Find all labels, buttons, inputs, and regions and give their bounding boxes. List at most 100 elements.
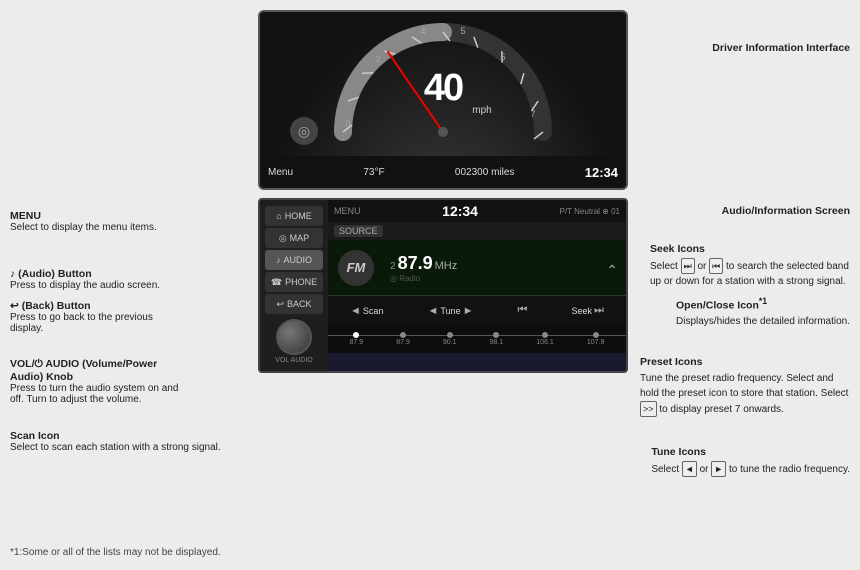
menu-title: MENU bbox=[10, 210, 157, 222]
freq-display-group: 2 87.9 MHz ◎ Radio bbox=[390, 253, 457, 283]
nav-map-label: MAP bbox=[290, 233, 310, 243]
scan-control[interactable]: ◄ Scan bbox=[346, 305, 387, 317]
open-close-title: Open/Close Icon*1 bbox=[676, 295, 850, 314]
preset-6-label: 107.9 bbox=[587, 339, 605, 346]
phone-icon: ☎ bbox=[271, 277, 282, 288]
hu-status-text: P/T Neutral ⊕ 01 bbox=[560, 207, 620, 216]
page: 0 2 4 5 6 7 40 mph ◎ Menu 73°F 002300 mi… bbox=[0, 0, 860, 570]
hu-controls-bar: ◄ Scan ◄ Tune ► ⏮ Seek ⏭ bbox=[328, 295, 626, 325]
seek-icons-title: Seek Icons bbox=[650, 242, 850, 258]
seek-icons-desc: Select ⏭ or ⏮ to search the selected ban… bbox=[650, 258, 850, 289]
cluster-odometer: 002300 miles bbox=[455, 167, 515, 178]
tune-icons-annotation: Tune Icons Select ◄ or ► to tune the rad… bbox=[651, 445, 850, 477]
svg-text:0: 0 bbox=[345, 119, 350, 129]
map-icon: ◎ bbox=[279, 233, 287, 244]
preset-icons-annotation: Preset Icons Tune the preset radio frequ… bbox=[640, 355, 850, 417]
prev-track-icon: ⏮ bbox=[518, 304, 528, 317]
seek-label: Seek bbox=[572, 306, 593, 316]
nav-map-button[interactable]: ◎ MAP bbox=[265, 228, 323, 248]
vol-knob-annotation: VOL/⏻ AUDIO (Volume/PowerAudio) Knob Pre… bbox=[10, 358, 178, 405]
tune-right-icon-ann: ► bbox=[711, 461, 726, 477]
seek-icons-annotation: Seek Icons Select ⏭ or ⏮ to search the s… bbox=[650, 242, 850, 289]
svg-text:4: 4 bbox=[420, 26, 425, 36]
seek-back-icon: ⏮ bbox=[709, 258, 723, 274]
svg-text:5: 5 bbox=[460, 26, 465, 36]
open-close-icon[interactable]: ⌃ bbox=[606, 262, 618, 279]
preset-1-label: 87.9 bbox=[350, 339, 364, 346]
nav-home-label: HOME bbox=[285, 211, 312, 221]
hu-clock-display: 12:34 bbox=[442, 203, 478, 219]
hu-source-bar: SOURCE bbox=[328, 222, 626, 240]
svg-text:7: 7 bbox=[530, 109, 535, 119]
preset-forward-icon: >> bbox=[640, 401, 657, 417]
cluster-temp: 73°F bbox=[363, 167, 384, 178]
hu-preset-bar: 87.9 87.9 90.1 98.1 bbox=[328, 325, 626, 353]
open-close-desc: Displays/hides the detailed information. bbox=[676, 314, 850, 329]
preset-1[interactable]: 87.9 bbox=[350, 332, 364, 346]
tune-control[interactable]: ◄ Tune ► bbox=[424, 305, 478, 317]
nav-audio-button[interactable]: ♪ AUDIO bbox=[265, 250, 323, 270]
preset-5-label: 106.1 bbox=[536, 339, 554, 346]
tune-right-icon: ► bbox=[463, 305, 474, 317]
preset-6[interactable]: 107.9 bbox=[587, 332, 605, 346]
cluster-panel: 0 2 4 5 6 7 40 mph ◎ Menu 73°F 002300 mi… bbox=[258, 10, 628, 190]
vol-knob[interactable] bbox=[276, 319, 312, 355]
audio-button-annotation: ♪ (Audio) Button Press to display the au… bbox=[10, 268, 160, 291]
preset-1-circle bbox=[353, 332, 359, 338]
cluster-menu-label: Menu bbox=[268, 167, 293, 178]
scan-left-icon: ◄ bbox=[350, 305, 361, 317]
home-icon: ⌂ bbox=[276, 211, 281, 221]
back-button-title: ↩ (Back) Button bbox=[10, 300, 153, 312]
preset-2-circle bbox=[400, 332, 406, 338]
audio-button-desc: Press to display the audio screen. bbox=[10, 280, 160, 291]
head-unit: ⌂ HOME ◎ MAP ♪ AUDIO ☎ PHONE ↩ BACK bbox=[258, 198, 628, 373]
radio-icon: ◎ bbox=[290, 117, 318, 145]
preset-5-circle bbox=[542, 332, 548, 338]
cluster-bottom-bar: Menu 73°F 002300 miles 12:34 bbox=[260, 156, 626, 188]
prev-track-control[interactable]: ⏮ bbox=[514, 304, 532, 317]
hu-nav-panel: ⌂ HOME ◎ MAP ♪ AUDIO ☎ PHONE ↩ BACK bbox=[260, 200, 328, 371]
vol-knob-label: VOL AUDIO bbox=[275, 357, 312, 364]
preset-2[interactable]: 87.9 bbox=[396, 332, 410, 346]
preset-3-label: 90.1 bbox=[443, 339, 457, 346]
preset-4[interactable]: 98.1 bbox=[490, 332, 504, 346]
preset-5[interactable]: 106.1 bbox=[536, 332, 554, 346]
preset-icons-title: Preset Icons bbox=[640, 355, 850, 371]
seek-forward-icon: ⏭ bbox=[681, 258, 695, 274]
freq-value: 87.9 bbox=[398, 253, 433, 274]
hu-freq-area: FM 2 87.9 MHz ◎ Radio ⌃ bbox=[328, 240, 626, 295]
scan-icon-annotation: Scan Icon Select to scan each station wi… bbox=[10, 430, 221, 453]
nav-back-label: BACK bbox=[287, 299, 312, 309]
nav-audio-label: AUDIO bbox=[283, 255, 312, 265]
preset-2-label: 87.9 bbox=[396, 339, 410, 346]
tune-left-icon: ◄ bbox=[428, 305, 439, 317]
hu-screen: MENU 12:34 P/T Neutral ⊕ 01 SOURCE FM 2 … bbox=[328, 200, 626, 371]
vol-knob-area: VOL AUDIO bbox=[260, 311, 328, 371]
speed-unit: mph bbox=[472, 105, 491, 116]
nav-phone-button[interactable]: ☎ PHONE bbox=[265, 272, 323, 292]
scan-icon-desc: Select to scan each station with a stron… bbox=[10, 442, 221, 453]
tune-left-icon-ann: ◄ bbox=[682, 461, 697, 477]
driver-info-label: Driver Information Interface bbox=[712, 42, 850, 54]
menu-desc: Select to display the menu items. bbox=[10, 222, 157, 233]
preset-3[interactable]: 90.1 bbox=[443, 332, 457, 346]
preset-4-circle bbox=[493, 332, 499, 338]
nav-home-button[interactable]: ⌂ HOME bbox=[265, 206, 323, 226]
seek-control[interactable]: Seek ⏭ bbox=[568, 304, 608, 317]
source-button[interactable]: SOURCE bbox=[334, 225, 383, 237]
scan-icon-title: Scan Icon bbox=[10, 430, 221, 442]
preset-6-circle bbox=[593, 332, 599, 338]
open-close-annotation: Open/Close Icon*1 Displays/hides the det… bbox=[676, 295, 850, 329]
audio-icon: ♪ bbox=[276, 255, 281, 265]
preset-3-circle bbox=[447, 332, 453, 338]
audio-button-title: ♪ (Audio) Button bbox=[10, 268, 160, 280]
tune-label: Tune bbox=[440, 306, 460, 316]
preset-4-label: 98.1 bbox=[490, 339, 504, 346]
vol-knob-desc: Press to turn the audio system on andoff… bbox=[10, 383, 178, 405]
speed-display: 40 bbox=[424, 67, 462, 110]
svg-text:6: 6 bbox=[500, 52, 505, 62]
menu-annotation: MENU Select to display the menu items. bbox=[10, 210, 157, 233]
hu-top-bar: MENU 12:34 P/T Neutral ⊕ 01 bbox=[328, 200, 626, 222]
nav-phone-label: PHONE bbox=[285, 277, 317, 287]
back-button-desc: Press to go back to the previousdisplay. bbox=[10, 312, 153, 334]
